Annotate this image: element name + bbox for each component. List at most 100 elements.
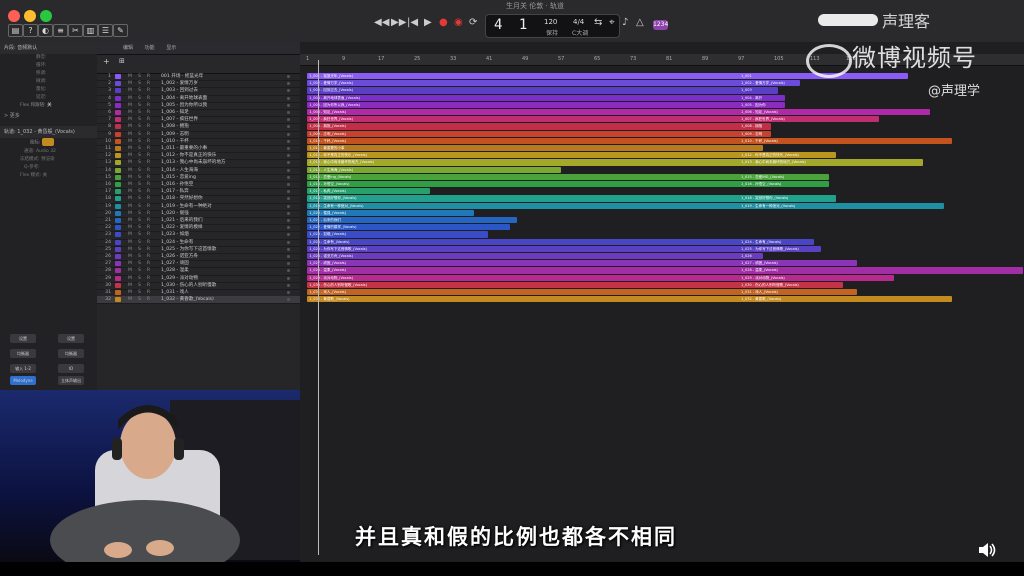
mute-solo-record-buttons[interactable]: MSR xyxy=(128,109,156,116)
audio-region[interactable] xyxy=(739,145,764,152)
cycle-mode-icon[interactable]: ⇆ xyxy=(594,17,602,28)
flex-value[interactable]: 关 xyxy=(47,103,52,108)
audio-region[interactable]: 1_013 - 我心中尚未崩坏的地方_(Vocals) xyxy=(307,159,742,166)
track-name[interactable]: 1_003 - 回到过去 xyxy=(161,87,198,94)
help-button[interactable]: ? xyxy=(23,24,38,37)
audio-region[interactable]: 1_007 - 疯狂世界_(Vocals) xyxy=(307,116,742,123)
track-name[interactable]: 1_021 - 后来的我们 xyxy=(161,217,203,224)
eq-button-2[interactable]: 均衡器 xyxy=(58,349,84,358)
smart-controls-button[interactable]: ◐ xyxy=(38,24,53,37)
goto-start-button[interactable]: |◀ xyxy=(407,17,418,28)
track-name[interactable]: 1_006 - 知足 xyxy=(161,109,189,116)
track-header-row[interactable]: 32 MSR 1_032 - 黄昏歌_(Vocals) xyxy=(97,296,300,305)
mute-solo-record-buttons[interactable]: MSR xyxy=(128,167,156,174)
track-name[interactable]: 1_023 - 如烟 xyxy=(161,231,189,238)
mute-solo-record-buttons[interactable]: MSR xyxy=(128,224,156,231)
track-name[interactable]: 1_019 - 生命有一种绝对 xyxy=(161,203,212,210)
track-name[interactable]: 1_004 - 离开地球表面 xyxy=(161,95,207,102)
audio-region[interactable]: 1_011 - 最重要的小事 xyxy=(307,145,742,152)
io-button[interactable]: IO xyxy=(58,364,84,373)
track-name[interactable]: 1_015 - 恋爱ing xyxy=(161,174,196,181)
pencil-button[interactable]: ✎ xyxy=(113,24,128,37)
audio-region[interactable]: 1_001 - 摇篮光年_(Vocals) xyxy=(307,73,742,80)
track-name[interactable]: 001 开场 · 摇篮光年 xyxy=(161,73,203,80)
track-name[interactable]: 1_010 - 干杯 xyxy=(161,138,189,145)
audio-region[interactable]: 1_024 - 生命有_(Vocals) xyxy=(739,238,815,245)
track-name[interactable]: 1_005 - 因为你所以我 xyxy=(161,102,207,109)
audio-region[interactable]: 1_003 xyxy=(739,87,778,94)
mute-solo-record-buttons[interactable]: MSR xyxy=(128,80,156,87)
list-editors-button[interactable]: ☰ xyxy=(98,24,113,37)
flex-mode-value[interactable]: 关 xyxy=(43,173,48,178)
audio-region[interactable]: 1_029 - 派对动物_(Vocals) xyxy=(739,274,894,281)
mute-solo-record-buttons[interactable]: MSR xyxy=(128,217,156,224)
track-inspector-header[interactable]: 轨道: 1_032 - 黄昏般_(Vocals) xyxy=(0,126,97,138)
audio-region[interactable]: 1_032 - 黄昏歌_(Vocals) xyxy=(307,296,742,303)
more-disclosure[interactable]: > 更多 xyxy=(0,110,97,122)
audio-region[interactable]: 1_016 - 孙悟空_(Vocals) xyxy=(307,181,742,188)
audio-region[interactable]: 1_025 - 为你写下这首情歌_(Vocals) xyxy=(307,245,742,252)
audio-region[interactable]: 1_031 - 戏人_(Vocals) xyxy=(739,289,858,296)
mute-solo-record-buttons[interactable]: MSR xyxy=(128,267,156,274)
rewind-button[interactable]: ◀◀ xyxy=(374,17,389,28)
mute-solo-record-buttons[interactable]: MSR xyxy=(128,181,156,188)
toolbar-button[interactable]: ▥ xyxy=(83,24,98,37)
mixer-button[interactable]: ≡ xyxy=(53,24,68,37)
add-track-icon[interactable]: + xyxy=(103,57,110,66)
audio-region[interactable]: 1_026 xyxy=(739,253,764,260)
audio-region[interactable]: 1_009 - 志明 xyxy=(739,130,771,137)
solo-icon[interactable]: ♪ xyxy=(622,17,628,28)
track-name[interactable]: 1_030 - 伤心的人别听慢歌 xyxy=(161,282,216,289)
melodyne-button[interactable]: Melodyne xyxy=(10,376,36,385)
track-name[interactable]: 1_031 - 戏人 xyxy=(161,289,189,296)
playhead[interactable] xyxy=(318,60,319,555)
audio-region[interactable]: 1_016 - 孙悟空_(Vocals) xyxy=(739,181,829,188)
mute-solo-record-buttons[interactable]: MSR xyxy=(128,138,156,145)
zoom-window-button[interactable] xyxy=(40,10,52,22)
audio-region[interactable]: 1_023 - 如烟_(Vocals) xyxy=(307,231,489,238)
settings-button-1[interactable]: 设置 xyxy=(10,334,36,343)
track-name[interactable]: 1_014 - 人生海海 xyxy=(161,167,198,174)
audio-region[interactable]: 1_012 - 你不是真正的快乐_(Vocals) xyxy=(739,152,836,159)
replace-record-button[interactable]: ◉ xyxy=(454,17,463,28)
audio-region[interactable]: 1_019 - 生命有一种绝对_(Vocals) xyxy=(739,202,945,209)
audio-region[interactable]: 1_002 - 爱情万岁_(Vocals) xyxy=(307,80,742,87)
cycle-button[interactable]: ⟳ xyxy=(469,17,477,28)
audio-region[interactable]: 1_029 - 派对动物_(Vocals) xyxy=(307,274,742,281)
audio-region[interactable]: 1_025 - 为你写下这首情歌_(Vocals) xyxy=(739,245,822,252)
track-name[interactable]: 1_018 - 突然好想你 xyxy=(161,195,203,202)
mute-solo-record-buttons[interactable]: MSR xyxy=(128,159,156,166)
track-name[interactable]: 1_024 - 生命有 xyxy=(161,239,193,246)
track-name[interactable]: 1_026 - 诺亚方舟 xyxy=(161,253,198,260)
audio-region[interactable]: 1_027 - 顽固_(Vocals) xyxy=(739,260,858,267)
mute-solo-record-buttons[interactable]: MSR xyxy=(128,131,156,138)
track-name[interactable]: 1_016 - 孙悟空 xyxy=(161,181,193,188)
mute-solo-record-buttons[interactable]: MSR xyxy=(128,239,156,246)
audio-region[interactable]: 1_022 - 爱情的模样_(Vocals) xyxy=(307,224,510,231)
audio-region[interactable]: 1_005 - 因为你 xyxy=(739,101,786,108)
mute-solo-record-buttons[interactable]: MSR xyxy=(128,260,156,267)
settings-button-2[interactable]: 设置 xyxy=(58,334,84,343)
audio-region[interactable]: 1_026 - 诺亚方舟_(Vocals) xyxy=(307,253,742,260)
mute-solo-record-buttons[interactable]: MSR xyxy=(128,275,156,282)
track-name[interactable]: 1_002 - 爱情万岁 xyxy=(161,80,198,87)
track-name[interactable]: 1_008 - 拥抱 xyxy=(161,123,189,130)
track-name[interactable]: 1_029 - 派对动物 xyxy=(161,275,198,282)
tracks-area[interactable]: 1 9 17 25 33 41 49 57 65 73 81 89 97 105 113 121 1_001 … xyxy=(300,42,1024,562)
stereo-out-button[interactable]: 立体声输出 xyxy=(58,376,84,385)
input-button[interactable]: 输入 1-2 xyxy=(10,364,36,373)
record-button[interactable]: ● xyxy=(439,17,448,28)
functions-menu[interactable]: 功能 xyxy=(145,45,155,51)
track-icon[interactable] xyxy=(41,138,54,146)
track-name[interactable]: 1_027 - 顽固 xyxy=(161,260,189,267)
track-name[interactable]: 1_017 - 私奔 xyxy=(161,188,189,195)
audio-region[interactable]: 1_017 - 私奔_(Vocals) xyxy=(307,188,431,195)
view-menu[interactable]: 显示 xyxy=(166,45,176,51)
audio-region[interactable]: 1_012 - 你不是真正的快乐_(Vocals) xyxy=(307,152,742,159)
edit-menu[interactable]: 编辑 xyxy=(123,45,133,51)
audio-region[interactable]: 1_024 - 生命有_(Vocals) xyxy=(307,238,742,245)
region-inspector-header[interactable]: 片段: 音频默认 xyxy=(0,42,97,54)
mute-solo-record-buttons[interactable]: MSR xyxy=(128,116,156,123)
audio-region[interactable]: 1_028 - 温柔_(Vocals) xyxy=(307,267,742,274)
close-window-button[interactable] xyxy=(8,10,20,22)
